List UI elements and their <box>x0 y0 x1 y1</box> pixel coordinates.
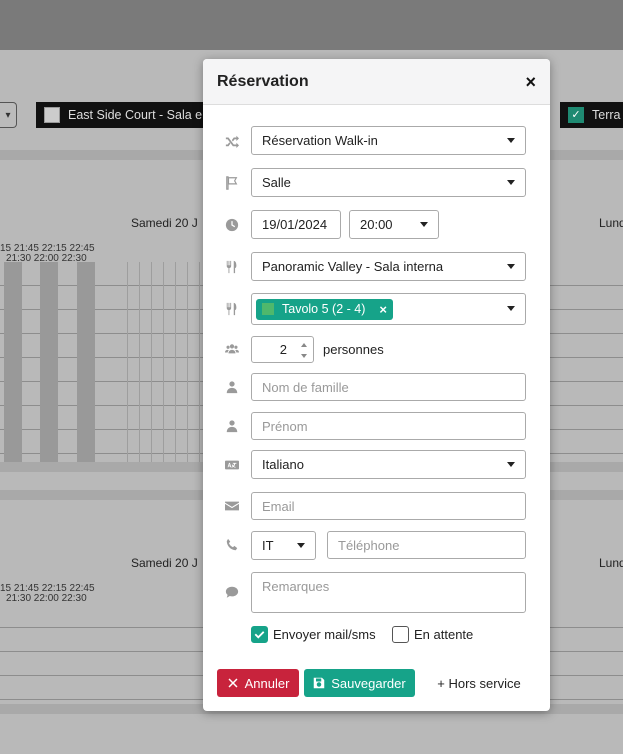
first-name-input[interactable]: Prénom <box>251 412 526 440</box>
chevron-down-icon <box>420 221 428 227</box>
table-color-swatch <box>262 303 274 315</box>
comment-icon <box>223 583 241 601</box>
time-select[interactable]: 20:00 <box>349 210 439 239</box>
save-label: Sauvegarder <box>331 675 406 691</box>
background-grid <box>550 604 623 704</box>
background-booking-column <box>77 262 95 462</box>
background-date-label: Samedi 20 J <box>131 556 198 570</box>
close-icon <box>228 678 238 688</box>
save-button[interactable]: Sauvegarder <box>304 669 415 697</box>
chevron-down-icon <box>507 263 515 269</box>
room-type-value: Salle <box>262 175 291 190</box>
room-select[interactable]: Panoramic Valley - Sala interna <box>251 252 526 281</box>
notes-textarea[interactable]: Remarques <box>251 572 526 613</box>
close-button[interactable]: × <box>525 73 536 91</box>
background-select-edge: ▾ <box>0 102 17 128</box>
language-select[interactable]: Italiano <box>251 450 526 479</box>
modal-header: Réservation × <box>203 59 550 105</box>
chevron-down-icon <box>507 179 515 185</box>
table-multiselect[interactable]: Tavolo 5 (2 - 4) × <box>251 293 526 325</box>
reservation-type-select[interactable]: Réservation Walk-in <box>251 126 526 155</box>
background-chip-checkbox-checked: ✓ <box>568 107 584 123</box>
send-mail-label: Envoyer mail/sms <box>273 627 376 642</box>
chevron-down-icon <box>507 306 515 311</box>
background-date-label: Samedi 20 J <box>131 216 198 230</box>
chevron-down-icon <box>297 542 305 548</box>
last-name-input[interactable]: Nom de famille <box>251 373 526 401</box>
background-date-label: Lund <box>599 556 623 570</box>
reservation-modal: Réservation × Réservation Walk-in Salle … <box>203 59 550 711</box>
pending-checkbox[interactable] <box>392 626 409 643</box>
phone-input[interactable]: Téléphone <box>327 531 526 559</box>
phone-icon <box>223 536 241 554</box>
table-tag-label: Tavolo 5 (2 - 4) <box>282 302 366 316</box>
room-type-select[interactable]: Salle <box>251 168 526 197</box>
phone-placeholder: Téléphone <box>338 537 400 553</box>
flag-icon <box>223 174 241 192</box>
phone-country-value: IT <box>262 538 274 553</box>
chevron-down-icon <box>507 461 515 467</box>
chevron-down-icon <box>507 137 515 143</box>
shuffle-icon <box>223 132 241 150</box>
date-value: 19/01/2024 <box>262 217 328 232</box>
language-icon <box>223 456 241 474</box>
email-placeholder: Email <box>262 498 295 514</box>
reservation-type-value: Réservation Walk-in <box>262 133 378 148</box>
guests-stepper[interactable]: 2 <box>251 336 314 363</box>
notes-placeholder: Remarques <box>262 579 330 594</box>
envelope-icon <box>223 497 241 515</box>
background-chip-label: Terra <box>592 108 621 122</box>
background-grid <box>0 604 203 704</box>
language-value: Italiano <box>262 457 304 472</box>
users-icon <box>223 340 241 358</box>
first-name-placeholder: Prénom <box>262 418 308 434</box>
time-value: 20:00 <box>360 217 393 232</box>
send-mail-checkbox[interactable] <box>251 626 268 643</box>
room-value: Panoramic Valley - Sala interna <box>262 259 444 274</box>
modal-title: Réservation <box>217 72 309 90</box>
cancel-label: Annuler <box>244 675 290 691</box>
background-time-row: 21:30 22:00 22:30 <box>6 593 87 604</box>
out-of-service-button[interactable]: + Hors service <box>429 669 529 697</box>
background-grid <box>550 262 623 462</box>
phone-country-select[interactable]: IT <box>251 531 316 560</box>
user-icon <box>223 378 241 396</box>
clock-icon <box>223 216 241 234</box>
background-booking-column <box>40 262 58 462</box>
guests-value: 2 <box>279 342 287 357</box>
user-icon <box>223 417 241 435</box>
background-booking-column <box>4 262 22 462</box>
background-chip-label: East Side Court - Sala e <box>68 108 203 122</box>
background-room-chip-right: ✓ Terra <box>560 102 623 128</box>
table-tag: Tavolo 5 (2 - 4) × <box>256 298 393 320</box>
background-room-chip: East Side Court - Sala e <box>36 102 206 128</box>
cutlery-icon <box>223 300 241 318</box>
background-chip-checkbox <box>44 107 60 123</box>
floppy-disk-icon <box>314 677 325 689</box>
pending-label: En attente <box>414 627 474 642</box>
background-date-label: Lund <box>599 216 623 230</box>
background-grid <box>127 262 203 462</box>
date-input[interactable]: 19/01/2024 <box>251 210 341 239</box>
guests-label: personnes <box>323 342 384 357</box>
out-of-service-label: + Hors service <box>437 675 521 691</box>
background-top-bar <box>0 0 623 50</box>
email-input[interactable]: Email <box>251 492 526 520</box>
cutlery-icon <box>223 258 241 276</box>
cancel-button[interactable]: Annuler <box>217 669 299 697</box>
stepper-arrows-icon[interactable] <box>300 340 308 361</box>
last-name-placeholder: Nom de famille <box>262 379 349 395</box>
remove-tag-icon[interactable]: × <box>379 302 387 317</box>
